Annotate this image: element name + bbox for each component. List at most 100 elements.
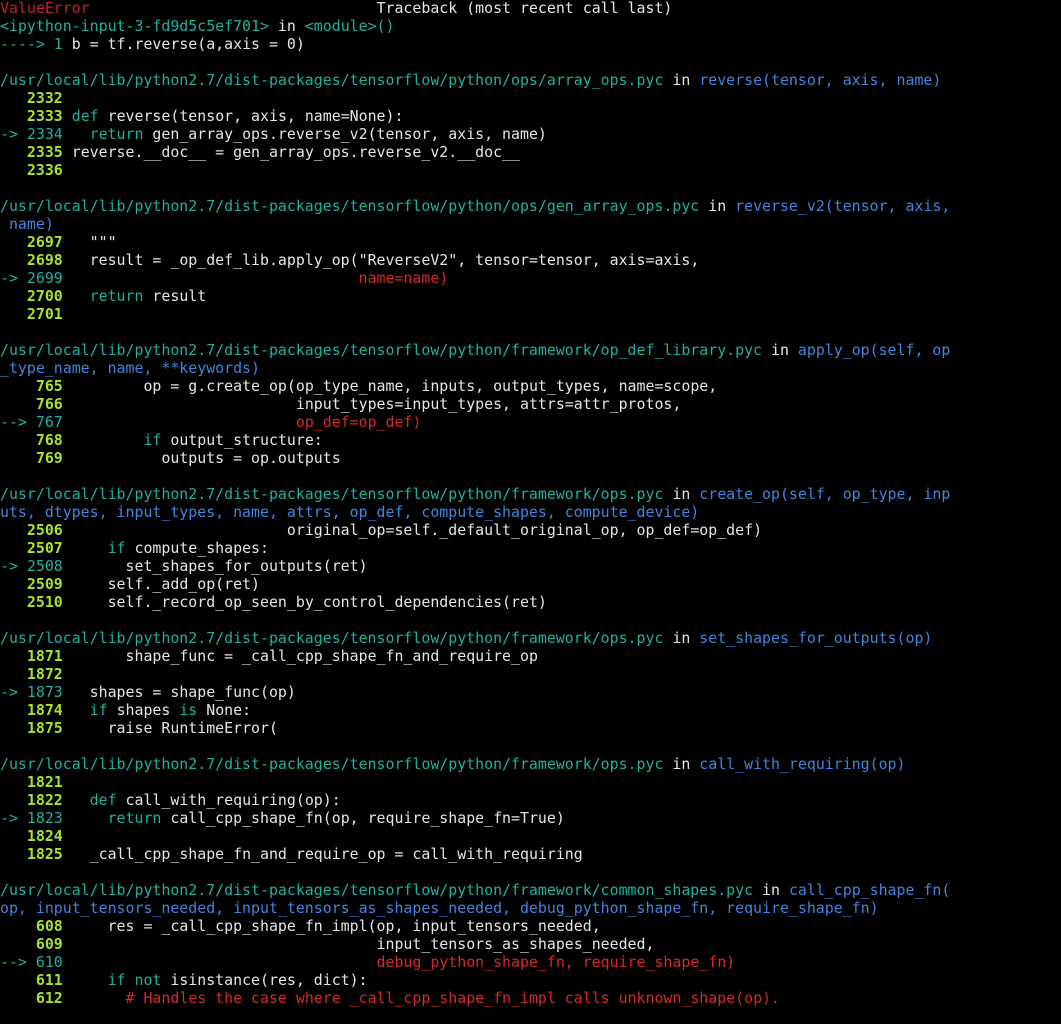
- terminal-text-segment: /usr/local/lib/python2.7/dist-packages/t…: [0, 881, 754, 899]
- terminal-text-segment: in: [268, 17, 305, 35]
- terminal-line: <ipython-input-3-fd9d5c5ef701> in <modul…: [0, 17, 1061, 35]
- terminal-line: /usr/local/lib/python2.7/dist-packages/t…: [0, 755, 1061, 773]
- terminal-line: --> 610 debug_python_shape_fn, require_s…: [0, 953, 1061, 971]
- terminal-line: 766 input_types=input_types, attrs=attr_…: [0, 395, 1061, 413]
- terminal-line: 2335 reverse.__doc__ = gen_array_ops.rev…: [0, 143, 1061, 161]
- terminal-text-segment: reverse_v2(tensor, axis,: [735, 197, 951, 215]
- terminal-text-segment: /usr/local/lib/python2.7/dist-packages/t…: [0, 197, 700, 215]
- terminal-text-segment: 765: [0, 377, 72, 395]
- terminal-text-segment: shape_func = _call_cpp_shape_fn_and_requ…: [71, 647, 538, 665]
- terminal-text-segment: if not: [71, 971, 171, 989]
- terminal-line: 2509 self._add_op(ret): [0, 575, 1061, 593]
- terminal-text-segment: return: [71, 287, 153, 305]
- terminal-line: name): [0, 215, 1061, 233]
- terminal-text-segment: b = tf.reverse(a,axis = 0): [71, 35, 305, 53]
- terminal-text-segment: --> 767: [0, 413, 72, 431]
- terminal-line: /usr/local/lib/python2.7/dist-packages/t…: [0, 71, 1061, 89]
- terminal-text-segment: 2698: [0, 251, 72, 269]
- terminal-text-segment: /usr/local/lib/python2.7/dist-packages/t…: [0, 629, 664, 647]
- terminal-text-segment: call_with_requiring(op):: [125, 791, 341, 809]
- terminal-line: 1871 shape_func = _call_cpp_shape_fn_and…: [0, 647, 1061, 665]
- terminal-text-segment: in: [699, 197, 736, 215]
- terminal-text-segment: 1875: [0, 719, 72, 737]
- terminal-text-segment: -> 2508: [0, 557, 72, 575]
- terminal-text-segment: op = g.create_op(op_type_name, inputs, o…: [71, 377, 718, 395]
- terminal-text-segment: self._record_op_seen_by_control_dependen…: [71, 593, 547, 611]
- terminal-text-segment: reverse.__doc__ = gen_array_ops.reverse_…: [71, 143, 520, 161]
- terminal-text-segment: 2697: [0, 233, 72, 251]
- terminal-line: 612 # Handles the case where _call_cpp_s…: [0, 989, 1061, 1007]
- terminal-text-segment: return: [71, 809, 171, 827]
- terminal-text-segment: -> 2334: [0, 125, 72, 143]
- terminal-text-segment: 2701: [0, 305, 63, 323]
- terminal-text-segment: ValueError: [0, 0, 90, 17]
- terminal-line: /usr/local/lib/python2.7/dist-packages/t…: [0, 485, 1061, 503]
- terminal-line: 2510 self._record_op_seen_by_control_dep…: [0, 593, 1061, 611]
- terminal-text-segment: <module>(): [304, 17, 395, 35]
- terminal-line: 2332: [0, 89, 1061, 107]
- terminal-text-segment: output_structure:: [170, 431, 323, 449]
- terminal-text-segment: in: [663, 629, 700, 647]
- terminal-text-segment: if: [71, 431, 171, 449]
- terminal-text-segment: -> 1823: [0, 809, 72, 827]
- terminal-line: 2698 result = _op_def_lib.apply_op("Reve…: [0, 251, 1061, 269]
- terminal-text-segment: create_op(self, op_type, inp: [699, 485, 951, 503]
- terminal-text-segment: return: [71, 125, 153, 143]
- terminal-line: 1822 def call_with_requiring(op):: [0, 791, 1061, 809]
- terminal-text-segment: /usr/local/lib/python2.7/dist-packages/t…: [0, 755, 664, 773]
- terminal-text-segment: call_cpp_shape_fn(op, require_shape_fn=T…: [170, 809, 565, 827]
- terminal-text-segment: op_def=op_def): [71, 413, 422, 431]
- terminal-text-segment: 1872: [0, 665, 63, 683]
- terminal-text-segment: shapes = shape_func(op): [71, 683, 296, 701]
- terminal-line: ValueError Traceback (most recent call l…: [0, 0, 1061, 17]
- terminal-line: 1874 if shapes is None:: [0, 701, 1061, 719]
- terminal-line: 1872: [0, 665, 1061, 683]
- terminal-text-segment: input_types=input_types, attrs=attr_prot…: [71, 395, 682, 413]
- terminal-text-segment: None:: [206, 701, 252, 719]
- terminal-text-segment: Traceback (most recent call last): [89, 0, 673, 17]
- terminal-text-segment: 609: [0, 935, 72, 953]
- terminal-line: 2333 def reverse(tensor, axis, name=None…: [0, 107, 1061, 125]
- terminal-text-segment: set_shapes_for_outputs(op): [699, 629, 933, 647]
- terminal-text-segment: in: [663, 485, 700, 503]
- terminal-line: 1824: [0, 827, 1061, 845]
- terminal-line: op, input_tensors_needed, input_tensors_…: [0, 899, 1061, 917]
- terminal-text-segment: _type_name, name, **keywords): [0, 359, 260, 377]
- terminal-text-segment: in: [663, 71, 700, 89]
- terminal-line: 1875 raise RuntimeError(: [0, 719, 1061, 737]
- terminal-line: -> 2508 set_shapes_for_outputs(ret): [0, 557, 1061, 575]
- terminal-text-segment: 1822: [0, 791, 72, 809]
- terminal-text-segment: # Handles the case where _call_cpp_shape…: [71, 989, 780, 1007]
- terminal-text-segment: reverse(tensor, axis, name=None):: [107, 107, 404, 125]
- terminal-text-segment: 768: [0, 431, 72, 449]
- terminal-text-segment: 612: [0, 989, 72, 1007]
- terminal-text-segment: if: [71, 701, 117, 719]
- terminal-text-segment: isinstance(res, dict):: [170, 971, 368, 989]
- terminal-text-segment: op, input_tensors_needed, input_tensors_…: [0, 899, 879, 917]
- terminal-text-segment: 769: [0, 449, 72, 467]
- terminal-text-segment: self._add_op(ret): [71, 575, 260, 593]
- terminal-text-segment: 608: [0, 917, 72, 935]
- terminal-text-segment: 1824: [0, 827, 63, 845]
- terminal-text-segment: 2335: [0, 143, 72, 161]
- terminal-text-segment: """: [71, 233, 117, 251]
- terminal-text-segment: name=name): [71, 269, 449, 287]
- terminal-text-segment: 1871: [0, 647, 72, 665]
- terminal-line: uts, dtypes, input_types, name, attrs, o…: [0, 503, 1061, 521]
- terminal-output: ValueError Traceback (most recent call l…: [0, 0, 1061, 1024]
- terminal-text-segment: call_with_requiring(op): [699, 755, 906, 773]
- terminal-text-segment: outputs = op.outputs: [71, 449, 341, 467]
- terminal-line: 1821: [0, 773, 1061, 791]
- terminal-line: 2506 original_op=self._default_original_…: [0, 521, 1061, 539]
- terminal-line: 2336: [0, 161, 1061, 179]
- terminal-line: 2701: [0, 305, 1061, 323]
- terminal-text-segment: name): [0, 215, 54, 233]
- terminal-line: 611 if not isinstance(res, dict):: [0, 971, 1061, 989]
- terminal-text-segment: _call_cpp_shape_fn_and_require_op = call…: [71, 845, 583, 863]
- terminal-text-segment: ----> 1: [0, 35, 72, 53]
